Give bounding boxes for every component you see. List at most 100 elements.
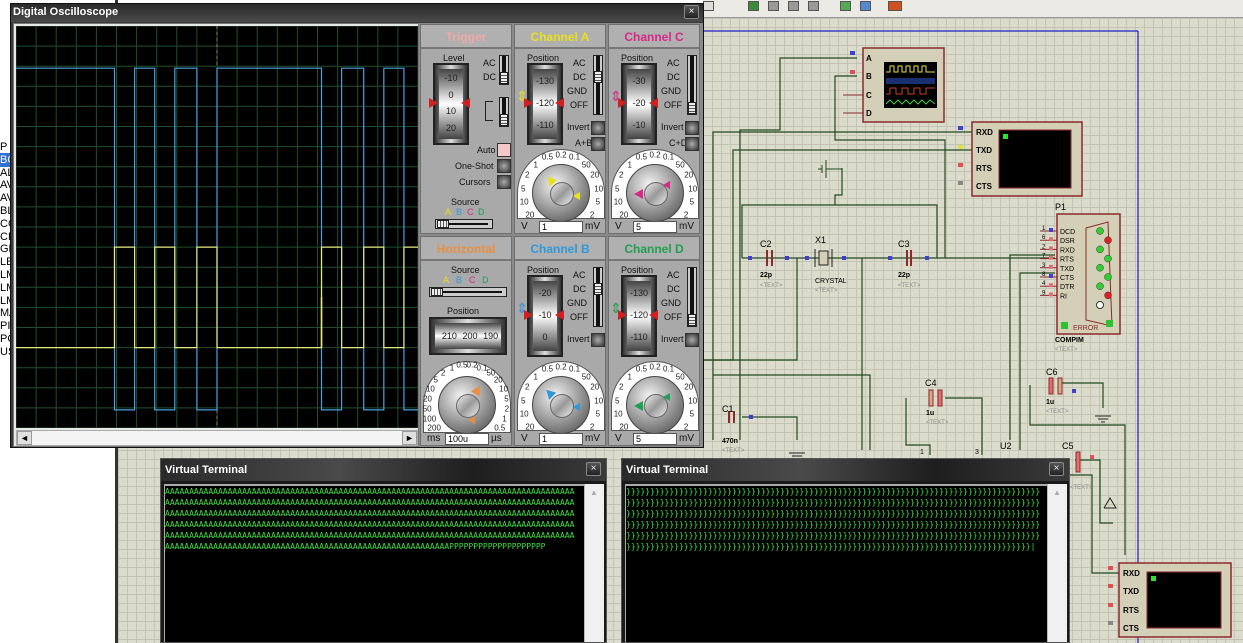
dial-label: 10 xyxy=(688,184,698,194)
dial-value-field[interactable]: 1 xyxy=(539,433,583,445)
capacitor-c3[interactable]: C3 22p <TEXT> xyxy=(888,239,929,289)
pin-status-led xyxy=(1096,264,1104,272)
close-button[interactable]: × xyxy=(1049,462,1064,476)
text-tool-icon[interactable] xyxy=(703,1,714,11)
dial-label: 10 xyxy=(594,396,604,406)
invert-button[interactable] xyxy=(591,333,605,347)
dial-label: 50 xyxy=(675,160,685,170)
position-marker-icon xyxy=(555,98,564,108)
compim-p1[interactable]: P1 1 DCD6 DSR2 RXD7 RTS3 TXD8 CTS4 DTR9 RI ERROR… xyxy=(1040,202,1121,353)
electrical-check-icon[interactable] xyxy=(860,1,871,11)
unit-label: ms xyxy=(427,433,441,444)
unit-label: mV xyxy=(679,221,694,232)
window-title: Digital Oscilloscope xyxy=(11,4,703,22)
dial-value-field[interactable]: 5 xyxy=(633,221,677,233)
component-text: <TEXT> xyxy=(1070,485,1093,491)
oscilloscope-symbol[interactable]: A B C D xyxy=(843,47,945,123)
oscilloscope-window[interactable]: Digital Oscilloscope × ◄ ► Trigger Level -… xyxy=(10,3,704,448)
vertical-scrollbar[interactable]: ▲ xyxy=(584,484,604,642)
terminal-line: AAAAAAAAAAAAAAAAAAAAAAAAAAAAAAAAAAAAAAAA… xyxy=(165,542,546,551)
scroll-left-button[interactable]: ◄ xyxy=(17,431,32,445)
coupling-off-label: OFF xyxy=(570,100,588,110)
horizontal-scrollbar[interactable]: ◄ ► xyxy=(16,430,418,446)
probe-icon[interactable] xyxy=(788,1,799,11)
dial-knob[interactable] xyxy=(626,164,684,222)
coupling-switch[interactable] xyxy=(687,267,697,327)
terminal-output[interactable]: AAAAAAAAAAAAAAAAAAAAAAAAAAAAAAAAAAAAAAAA… xyxy=(164,484,584,642)
scroll-up-icon[interactable]: ▲ xyxy=(590,488,598,497)
trigger-coupling-switch[interactable] xyxy=(499,55,509,85)
crystal-x1[interactable]: X1 CRYSTAL <TEXT> xyxy=(805,235,847,294)
coupling-switch[interactable] xyxy=(687,55,697,115)
coupling-switch[interactable] xyxy=(593,55,603,115)
unit-label: mV xyxy=(585,221,600,232)
horizontal-source-slider[interactable] xyxy=(429,287,507,297)
capacitor-c1[interactable]: C1 470n <TEXT> xyxy=(722,404,805,460)
trigger-cursors-button[interactable] xyxy=(497,175,511,189)
trigger-one-shot-button[interactable] xyxy=(497,159,511,173)
dial-knob[interactable] xyxy=(626,376,684,434)
invert-button[interactable] xyxy=(591,121,605,135)
trigger-auto-button[interactable] xyxy=(497,143,511,157)
gray-tool-icon[interactable] xyxy=(768,1,779,11)
dial-label: 0.2 xyxy=(555,362,567,372)
trigger-auto-button-label: Auto xyxy=(477,145,496,155)
scale-label: -110 xyxy=(536,120,554,130)
trigger-source-slider[interactable] xyxy=(435,219,493,229)
source-C: C xyxy=(469,275,476,285)
terminal-output[interactable]: }}}}}}}}}}}}}}}}}}}}}}}}}}}}}}}}}}}}}}}}… xyxy=(625,484,1047,642)
invert-label: Invert xyxy=(567,122,590,132)
bill-of-materials-icon[interactable] xyxy=(840,1,851,11)
virtual-terminal-window-1[interactable]: Virtual Terminal × AAAAAAAAAAAAAAAAAAAAA… xyxy=(160,458,607,643)
source-B: B xyxy=(456,275,463,285)
trigger-edge-switch[interactable] xyxy=(499,97,509,127)
horizontal-position-drum[interactable]: 210 200 190 xyxy=(429,317,507,355)
scroll-right-button[interactable]: ► xyxy=(402,431,417,445)
combine-button[interactable] xyxy=(685,137,699,151)
scroll-up-icon[interactable]: ▲ xyxy=(1053,488,1061,497)
scale-label: -20 xyxy=(538,288,552,298)
pin-label: TXD xyxy=(1060,266,1074,273)
ares-icon[interactable] xyxy=(888,1,902,11)
component-text: <TEXT> xyxy=(1046,409,1069,415)
close-button[interactable]: × xyxy=(586,462,601,476)
vertical-scrollbar[interactable]: ▲ xyxy=(1047,484,1067,642)
invert-button[interactable] xyxy=(685,121,699,135)
dial-label: 50 xyxy=(581,160,591,170)
label: Level xyxy=(443,53,465,63)
position-marker-icon xyxy=(618,98,627,108)
invert-button[interactable] xyxy=(685,333,699,347)
virtual-terminal-symbol-2[interactable]: RXD TXD RTS CTS xyxy=(1108,562,1232,638)
pin-label: RTS xyxy=(1123,606,1140,615)
netlist-icon[interactable] xyxy=(748,1,759,11)
coupling-gnd-label: GND xyxy=(567,298,587,308)
virtual-terminal-symbol[interactable]: RXD TXD RTS CTS xyxy=(958,121,1083,197)
dial-knob[interactable] xyxy=(532,164,590,222)
terminal-line: }}}}}}}}}}}}}}}}}}}}}}}}}}}}}}}}}}}}}}}}… xyxy=(626,542,1036,551)
tools-icon[interactable] xyxy=(808,1,819,11)
combine-button[interactable] xyxy=(591,137,605,151)
dial-label: 1 xyxy=(533,372,538,382)
close-button[interactable]: × xyxy=(684,5,699,19)
dial-label: 5 xyxy=(521,184,526,194)
capacitor-c2[interactable]: C2 22p <TEXT> xyxy=(748,239,789,289)
dial-knob[interactable] xyxy=(438,376,496,434)
dial-label: 5 xyxy=(595,197,601,207)
dial-fine-pointer-icon xyxy=(572,191,580,200)
dial-knob[interactable] xyxy=(532,376,590,434)
capacitor-c4[interactable]: C4 1u <TEXT> xyxy=(925,378,949,426)
dial-value-field[interactable]: 100u xyxy=(445,433,489,445)
coupling-switch[interactable] xyxy=(593,267,603,327)
capacitor-c6[interactable]: C6 1u <TEXT> xyxy=(1046,367,1111,423)
invert-label: Invert xyxy=(661,334,684,344)
pin-label: RXD xyxy=(976,128,993,137)
pin-label: RTS xyxy=(976,164,993,173)
coupling-ac-label: AC xyxy=(573,270,586,280)
coupling-ac-label: AC xyxy=(667,270,680,280)
virtual-terminal-window-2[interactable]: Virtual Terminal × }}}}}}}}}}}}}}}}}}}}}… xyxy=(621,458,1070,643)
scale-label: 0 xyxy=(542,332,548,342)
pin-label: RTS xyxy=(1060,257,1074,264)
dial-value-field[interactable]: 1 xyxy=(539,221,583,233)
dial-value-field[interactable]: 5 xyxy=(633,433,677,445)
pin-label: TXD xyxy=(976,146,992,155)
